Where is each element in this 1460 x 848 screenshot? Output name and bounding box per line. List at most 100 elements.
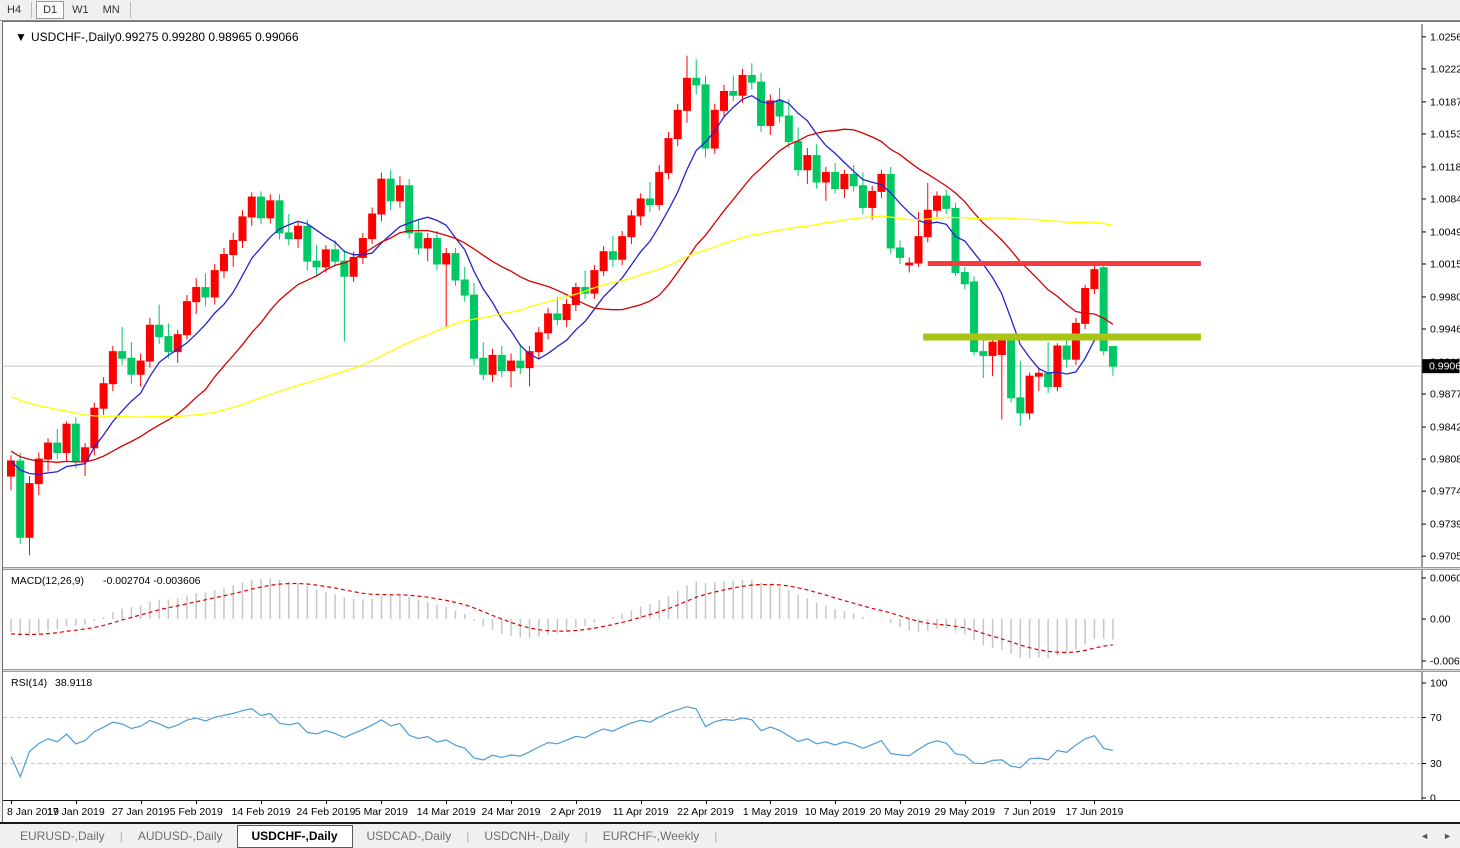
moving-average-mid-ma [11, 129, 1113, 462]
candle-body [563, 305, 570, 320]
symbol-dropdown-icon[interactable]: ▼ [15, 30, 27, 44]
candle-body [859, 186, 866, 208]
macd-axis-label: 0.00 [1430, 614, 1451, 626]
price-axis-label: 0.97390 [1430, 519, 1460, 531]
date-axis-label: 5 Feb 2019 [170, 806, 223, 818]
chart-tabs-bar: EURUSD-,Daily | AUDUSD-,DailyUSDCHF-,Daily… [0, 824, 1460, 848]
rsi-indicator-pane[interactable]: 10070300RSI(14)38.9118 [3, 672, 1460, 800]
candle-body [461, 280, 468, 295]
candle-body [600, 252, 607, 271]
chart-tab-usdchf[interactable]: USDCHF-,Daily [237, 825, 353, 848]
candle-body [1017, 398, 1024, 413]
candle-body [193, 288, 200, 302]
rsi-axis-label: 70 [1430, 712, 1442, 724]
candle-body [220, 255, 227, 271]
price-axis-label: 1.02220 [1430, 63, 1460, 75]
candle-body [776, 101, 783, 116]
tab-separator: | [713, 829, 718, 843]
candle-body [498, 355, 505, 370]
date-axis-label: 27 Jan 2019 [112, 806, 170, 818]
candle-body [63, 424, 70, 452]
date-axis[interactable]: 8 Jan 201917 Jan 201927 Jan 20195 Feb 20… [3, 800, 1460, 823]
candle-body [146, 325, 153, 361]
date-axis-label: 14 Mar 2019 [417, 806, 476, 818]
candle-body [26, 484, 33, 538]
chart-tab-eurusd[interactable]: EURUSD-,Daily [6, 826, 119, 846]
candle-body [128, 358, 135, 374]
candle-body [739, 75, 746, 95]
candle-body [869, 191, 876, 207]
candle-body [785, 116, 792, 141]
timeframe-button-h4[interactable]: H4 [1, 2, 27, 18]
candle-body [832, 173, 839, 189]
candle-body [285, 233, 292, 239]
macd-indicator-pane[interactable]: 0.0060580.00-0.006096MACD(12,26,9)-0.002… [3, 570, 1460, 669]
candle-body [313, 261, 320, 267]
moving-average-fast-ma [11, 96, 1113, 475]
candle-body [239, 217, 246, 241]
candle-body [369, 214, 376, 239]
timeframe-button-d1[interactable]: D1 [36, 1, 64, 19]
date-axis-label: 24 Feb 2019 [296, 806, 355, 818]
date-axis-tick [770, 801, 771, 804]
timeframe-button-w1[interactable]: W1 [66, 2, 95, 18]
candle-body [554, 314, 561, 320]
chart-tab-usdcnh[interactable]: USDCNH-,Daily [470, 826, 583, 846]
macd-values: -0.002704 -0.003606 [103, 575, 201, 587]
candle-body [628, 216, 635, 237]
candle-body [961, 272, 968, 283]
chart-symbol-title: USDCHF-,Daily [31, 30, 115, 44]
candle-body [322, 250, 329, 267]
candle-body [258, 197, 265, 218]
toolbar-separator [31, 2, 32, 18]
price-axis-label: 0.98420 [1430, 422, 1460, 434]
candle-body [406, 186, 413, 233]
candle-body [711, 110, 718, 148]
candle-body [1054, 346, 1061, 387]
candle-body [989, 342, 996, 355]
price-axis-label: 1.01180 [1430, 161, 1460, 173]
candle-body [452, 254, 459, 280]
macd-axis-label: -0.006096 [1430, 656, 1460, 668]
candle-body [471, 295, 478, 358]
tab-scroll-left-icon[interactable]: ◄ [1420, 828, 1429, 844]
price-axis-label: 1.00150 [1430, 258, 1460, 270]
candle-body [156, 325, 163, 336]
date-axis-tick [835, 801, 836, 804]
timeframe-button-mn[interactable]: MN [97, 2, 126, 18]
candle-body [248, 197, 255, 217]
candle-body [332, 250, 339, 261]
candle-body [656, 173, 663, 205]
date-axis-label: 11 Apr 2019 [613, 806, 669, 818]
date-axis-tick [641, 801, 642, 804]
candle-body [1035, 373, 1042, 376]
candle-body [91, 408, 98, 448]
rsi-axis-label: 30 [1430, 758, 1442, 770]
candle-body [758, 82, 765, 125]
price-axis-label: 0.99800 [1430, 291, 1460, 303]
chart-tab-eurchf[interactable]: EURCHF-,Weekly [589, 826, 713, 846]
rsi-axis-label: 100 [1430, 678, 1448, 690]
candle-body [878, 174, 885, 191]
price-axis-label: 0.97740 [1430, 486, 1460, 498]
tab-scroll-right-icon[interactable]: ► [1443, 828, 1452, 844]
chart-tab-audusd[interactable]: AUDUSD-,Daily [124, 826, 237, 846]
candle-body [674, 110, 681, 138]
rsi-value: 38.9118 [55, 677, 92, 689]
date-axis-tick [1030, 801, 1031, 804]
price-axis-label: 0.98080 [1430, 454, 1460, 466]
trading-terminal-window: H4 D1W1MN 1.025601.022201.018701.015301.0… [0, 0, 1460, 848]
date-axis-tick [11, 801, 12, 804]
price-chart-pane[interactable]: 1.025601.022201.018701.015301.011801.008… [3, 24, 1460, 567]
candle-body [609, 252, 616, 260]
price-axis-label: 1.00490 [1430, 226, 1460, 238]
candle-body [45, 443, 52, 459]
candle-body [230, 240, 237, 254]
candle-body [480, 358, 487, 374]
date-axis-label: 20 May 2019 [870, 806, 931, 818]
candle-body [572, 288, 579, 305]
tab-scroll-arrows: ◄ ► [1420, 828, 1452, 844]
candle-body [822, 173, 829, 182]
candle-body [943, 196, 950, 208]
chart-tab-usdcad[interactable]: USDCAD-,Daily [353, 826, 466, 846]
